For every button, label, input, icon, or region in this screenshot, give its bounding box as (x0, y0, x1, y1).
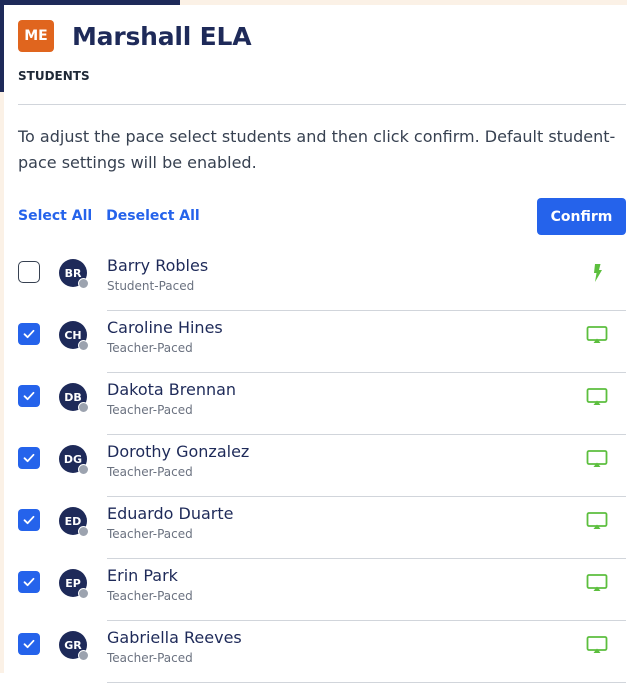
selection-actions: Select All Deselect All (18, 208, 200, 224)
status-dot-icon (78, 464, 89, 475)
left-edge-strip (0, 0, 4, 673)
student-name: Caroline Hines (107, 318, 223, 337)
student-row[interactable]: DB Dakota Brennan Teacher-Paced (18, 373, 626, 435)
presentation-screen-icon[interactable] (585, 633, 609, 657)
status-dot-icon (78, 588, 89, 599)
student-avatar: CH (59, 321, 89, 351)
student-select-checkbox[interactable] (18, 509, 40, 531)
student-select-checkbox[interactable] (18, 447, 40, 469)
select-all-link[interactable]: Select All (18, 208, 92, 224)
student-list: BR Barry Robles Student-Paced CH Caroline Hi… (18, 249, 626, 683)
student-pace-label: Teacher-Paced (107, 651, 193, 665)
student-row[interactable]: EP Erin Park Teacher-Paced (18, 559, 626, 621)
checkmark-icon (22, 513, 36, 527)
student-pace-label: Teacher-Paced (107, 589, 193, 603)
status-dot-icon (78, 402, 89, 413)
student-row[interactable]: BR Barry Robles Student-Paced (18, 249, 626, 311)
status-dot-icon (78, 340, 89, 351)
student-name: Gabriella Reeves (107, 628, 242, 647)
checkmark-icon (22, 575, 36, 589)
top-edge-strip (0, 0, 627, 5)
presentation-screen-icon[interactable] (585, 509, 609, 533)
student-avatar: GR (59, 631, 89, 661)
student-row[interactable]: DG Dorothy Gonzalez Teacher-Paced (18, 435, 626, 497)
confirm-button[interactable]: Confirm (537, 198, 626, 235)
left-edge-dark-strip (0, 0, 4, 92)
status-dot-icon (78, 650, 89, 661)
status-dot-icon (78, 278, 89, 289)
student-name: Dorothy Gonzalez (107, 442, 250, 461)
pace-instructions: To adjust the pace select students and t… (18, 127, 616, 172)
student-pace-label: Teacher-Paced (107, 341, 193, 355)
student-initials: GR (64, 638, 82, 652)
student-avatar: EP (59, 569, 89, 599)
presentation-screen-icon[interactable] (585, 323, 609, 347)
student-select-checkbox[interactable] (18, 261, 40, 283)
student-select-checkbox[interactable] (18, 385, 40, 407)
deselect-all-link[interactable]: Deselect All (106, 208, 200, 224)
presentation-screen-icon[interactable] (585, 447, 609, 471)
course-header: ME Marshall ELA (18, 20, 252, 52)
student-avatar: DB (59, 383, 89, 413)
student-initials: ED (64, 514, 82, 528)
student-name: Barry Robles (107, 256, 209, 275)
course-title: Marshall ELA (72, 21, 252, 51)
checkmark-icon (22, 327, 36, 341)
student-row[interactable]: ED Eduardo Duarte Teacher-Paced (18, 497, 626, 559)
student-name: Eduardo Duarte (107, 504, 234, 523)
student-pace-label: Teacher-Paced (107, 403, 193, 417)
presentation-screen-icon[interactable] (585, 571, 609, 595)
student-avatar: BR (59, 259, 89, 289)
student-avatar: ED (59, 507, 89, 537)
student-select-checkbox[interactable] (18, 571, 40, 593)
student-pace-label: Teacher-Paced (107, 527, 193, 541)
header-divider (18, 104, 626, 105)
student-initials: BR (64, 266, 82, 280)
student-avatar: DG (59, 445, 89, 475)
student-initials: DG (63, 452, 83, 466)
presentation-screen-icon[interactable] (585, 385, 609, 409)
student-row[interactable]: CH Caroline Hines Teacher-Paced (18, 311, 626, 373)
course-badge: ME (18, 20, 54, 52)
student-initials: EP (65, 576, 81, 590)
top-edge-dark-strip (0, 0, 180, 5)
checkmark-icon (22, 637, 36, 651)
checkmark-icon (22, 451, 36, 465)
lightning-bolt-icon[interactable] (585, 261, 609, 285)
student-row[interactable]: GR Gabriella Reeves Teacher-Paced (18, 621, 626, 683)
student-select-checkbox[interactable] (18, 323, 40, 345)
student-pace-label: Student-Paced (107, 279, 195, 293)
student-pace-label: Teacher-Paced (107, 465, 193, 479)
students-section-label: STUDENTS (18, 69, 90, 83)
student-initials: CH (64, 328, 82, 342)
student-initials: DB (64, 390, 82, 404)
student-select-checkbox[interactable] (18, 633, 40, 655)
student-name: Erin Park (107, 566, 178, 585)
status-dot-icon (78, 526, 89, 537)
checkmark-icon (22, 389, 36, 403)
student-name: Dakota Brennan (107, 380, 237, 399)
